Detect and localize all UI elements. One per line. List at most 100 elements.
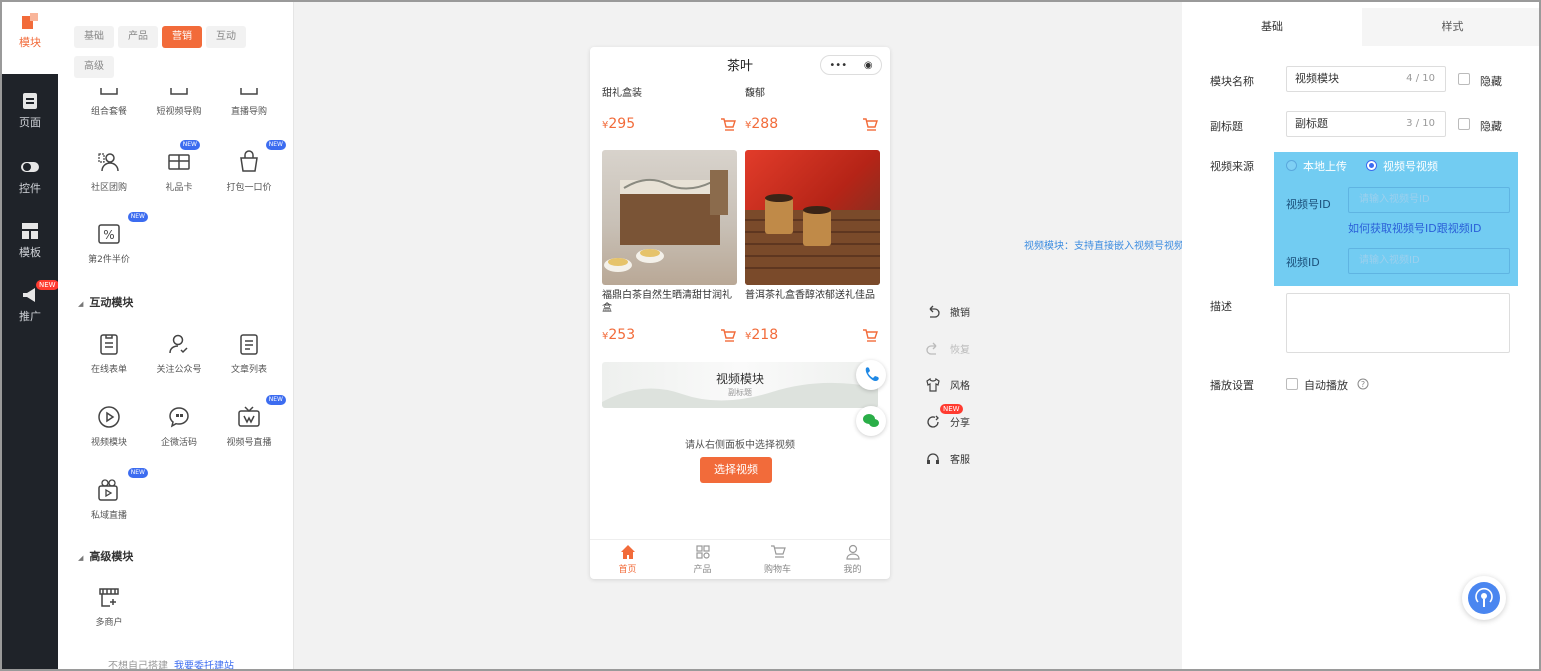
nav-item-module[interactable]: 模块 [2,2,58,74]
tab-basic-settings[interactable]: 基础 [1182,8,1362,46]
video-id-label: 视频ID [1286,256,1320,269]
help-icon[interactable]: ? [1357,378,1369,390]
module-item-bundle[interactable]: 组合套餐 [74,88,144,117]
description-textarea[interactable] [1286,293,1510,353]
select-video-button[interactable]: 选择视频 [700,457,772,483]
assistant-fab[interactable] [1462,576,1506,620]
module-item-label: 短视频导购 [156,107,202,117]
nav-item-template[interactable]: 模板 [2,212,58,284]
build-service-footer: 不想自己搭建 我要委托建站 [108,657,234,669]
tab-style-settings[interactable]: 样式 [1362,8,1539,46]
template-icon [22,223,38,239]
module-item-label: 礼品卡 [165,183,193,193]
tabbar-item-cart[interactable]: 购物车 [740,540,815,579]
megaphone-icon [23,288,35,302]
tab-marketing[interactable]: 营销 [162,26,202,48]
video-module-title: 视频模块 [715,372,764,386]
entrust-build-link[interactable]: 我要委托建站 [174,661,234,669]
new-badge: NEW [127,468,148,478]
module-item-package-price[interactable]: NEW 打包一口价 [214,140,286,193]
nav-item-page[interactable]: 页面 [2,82,58,154]
toolbar-label: 分享 [950,418,970,429]
section-advanced[interactable]: ◢ 高级模块 [78,548,133,564]
add-cart-icon[interactable] [862,328,878,344]
tab-product[interactable]: 产品 [118,26,158,48]
support-button[interactable]: 客服 [926,451,970,466]
form-icon [100,334,118,355]
product-image[interactable] [602,150,737,285]
video-id-input[interactable]: 请输入视频ID [1348,248,1510,274]
tabbar-item-home[interactable]: 首页 [590,540,665,579]
section-interact[interactable]: ◢ 互动模块 [78,294,133,310]
module-item-multi-merchant[interactable]: 多商户 [74,585,144,628]
wechat-button[interactable] [856,406,886,436]
module-item-label: 关注公众号 [156,365,202,375]
share-button[interactable]: 分享 NEW [926,404,970,429]
multi-merchant-icon [99,588,119,607]
product-image[interactable] [745,150,880,285]
radio-local-upload[interactable]: 本地上传 [1286,158,1347,174]
module-item-label: 打包一口价 [226,183,272,193]
module-item-label: 视频号直播 [226,438,272,448]
style-button[interactable]: 风格 [926,377,970,392]
phone-call-button[interactable] [856,360,886,390]
collapse-arrow-icon: ◢ [78,554,84,562]
add-cart-icon[interactable] [720,117,736,133]
tab-interact[interactable]: 互动 [206,26,246,48]
live-guide-icon [240,88,258,95]
module-item-video[interactable]: 视频模块 [74,405,144,448]
puer-tea-image [745,194,880,285]
module-item-community-group[interactable]: 社区团购 [74,150,144,193]
module-item-label: 多商户 [95,618,123,628]
module-item-article-list[interactable]: 文章列表 [214,332,284,375]
module-item-gift-card[interactable]: NEW 礼品卡 [144,140,214,193]
char-count: 4 / 10 [1406,73,1435,84]
subtitle-input[interactable]: 副标题 3 / 10 [1286,111,1446,137]
tab-advanced[interactable]: 高级 [74,56,114,78]
radio-channel-video[interactable]: 视频号视频 [1366,158,1438,174]
nav-item-control[interactable]: 控件 [2,148,58,220]
module-item-form[interactable]: 在线表单 [74,332,144,375]
module-item-short-video[interactable]: 短视频导购 [144,88,214,117]
mini-program-capsule[interactable]: ••• ◉ [820,55,882,75]
char-count: 3 / 10 [1406,118,1435,129]
how-to-get-id-link[interactable]: 如何获取视频号ID跟视频ID [1348,220,1481,236]
hide-title-checkbox[interactable] [1458,73,1470,85]
module-item-follow[interactable]: 关注公众号 [144,332,214,375]
tabbar-item-product[interactable]: 产品 [665,540,740,579]
svg-text:?: ? [1361,380,1365,389]
tea-gift-box-image [604,170,728,272]
add-cart-icon[interactable] [720,328,736,344]
cart-icon [770,545,786,558]
close-circle-icon[interactable]: ◉ [864,60,873,71]
undo-button[interactable]: 撤销 [926,304,970,319]
toolbar-label: 恢复 [950,345,970,356]
hide-subtitle-checkbox[interactable] [1458,118,1470,130]
module-item-live-guide[interactable]: 直播导购 [214,88,284,117]
video-module-banner[interactable]: 视频模块 副标题 [602,362,878,408]
wechat-icon [863,414,879,427]
module-item-channel-live[interactable]: NEW 视频号直播 [214,395,286,448]
new-badge: NEW [265,140,286,150]
add-cart-icon[interactable] [862,117,878,133]
module-item-label: 直播导购 [230,107,267,117]
module-item-label: 私域直播 [90,511,127,521]
module-item-half-price[interactable]: NEW % 第2件半价 [74,212,148,265]
autoplay-checkbox[interactable] [1286,378,1298,390]
channel-id-input[interactable]: 请输入视频号ID [1348,187,1510,213]
tabbar-item-mine[interactable]: 我的 [815,540,890,579]
nav-item-promote[interactable]: NEW 推广 [2,278,59,350]
module-item-wecom-code[interactable]: 企微活码 [144,405,214,448]
redo-button[interactable]: 恢复 [926,341,970,356]
tab-basic[interactable]: 基础 [74,26,114,48]
page-icon [23,93,37,109]
price-value: 288 [751,116,779,132]
module-name-input[interactable]: 视频模块 4 / 10 [1286,66,1446,92]
module-item-label: 组合套餐 [90,107,127,117]
description-label: 描述 [1210,300,1232,313]
radio-icon [1286,160,1297,171]
section-title: 高级模块 [89,550,134,563]
more-icon[interactable]: ••• [829,60,847,71]
module-item-private-live[interactable]: NEW 私域直播 [74,468,148,521]
tabbar-label: 产品 [693,565,712,575]
